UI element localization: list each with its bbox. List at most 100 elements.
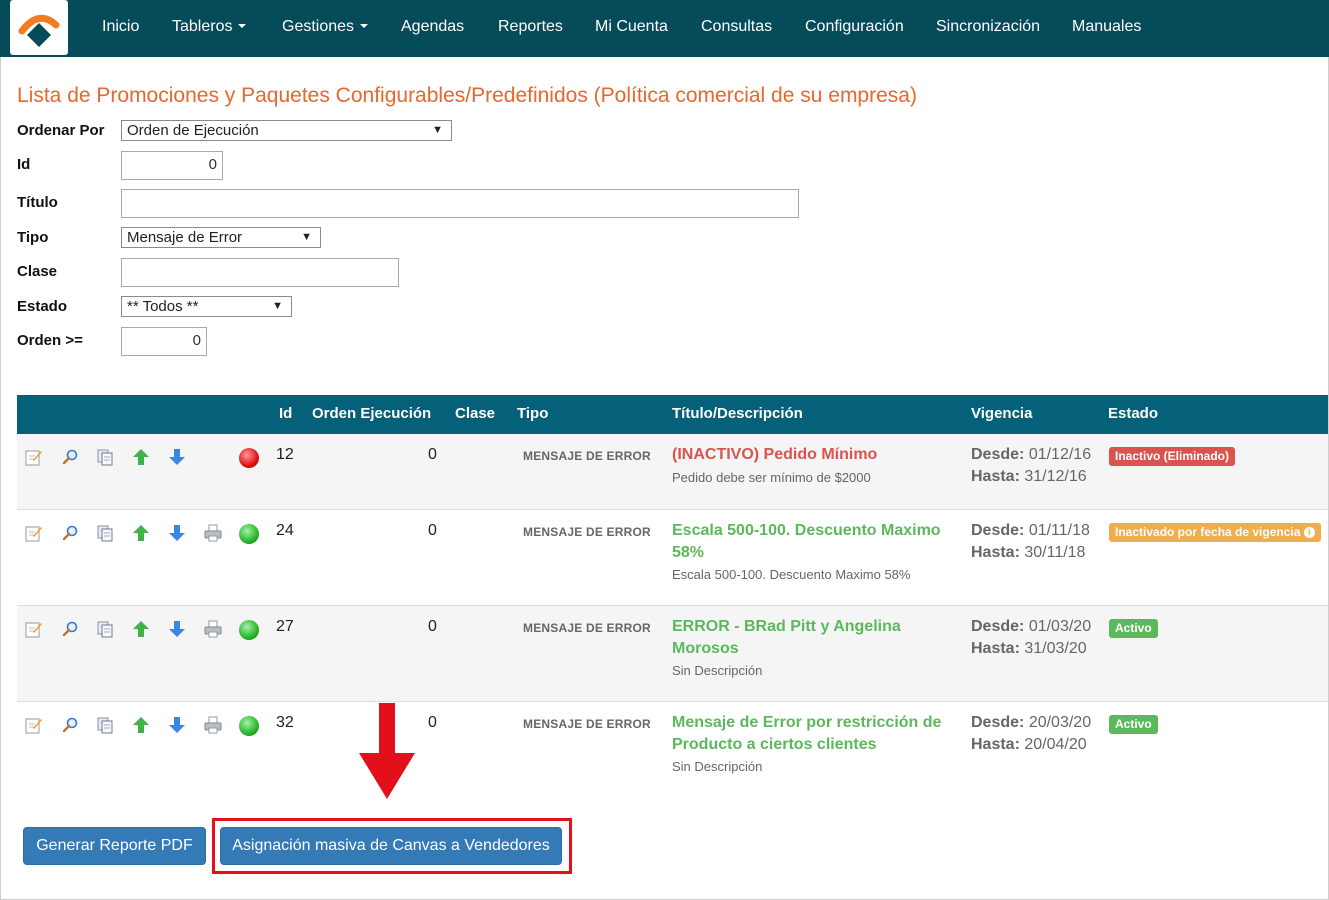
edit-icon[interactable]	[25, 524, 43, 542]
cell-vigencia: Desde: 01/03/20 Hasta: 31/03/20	[971, 616, 1091, 660]
promo-title-link[interactable]: Escala 500-100. Descuento Maximo 58%	[672, 520, 957, 564]
th-titulo-descripcion[interactable]: Título/Descripción	[672, 405, 803, 422]
dropdown-arrow-icon: ▼	[301, 231, 312, 243]
table-row: 27 0 MENSAJE DE ERROR ERROR - BRad Pitt …	[17, 606, 1328, 702]
table-row: 32 0 MENSAJE DE ERROR Mensaje de Error p…	[17, 702, 1328, 798]
cell-vigencia: Desde: 20/03/20 Hasta: 20/04/20	[971, 712, 1091, 756]
cell-orden: 0	[428, 446, 437, 463]
status-badge: Inactivo (Eliminado)	[1109, 447, 1236, 466]
arrow-up-icon[interactable]	[132, 448, 150, 466]
hasta-label: Hasta:	[971, 468, 1020, 485]
cell-orden: 0	[428, 522, 437, 539]
top-navbar: Inicio Tableros Gestiones Agendas Report…	[0, 0, 1329, 57]
generate-pdf-button[interactable]: Generar Reporte PDF	[23, 827, 206, 865]
cell-id: 24	[276, 522, 294, 539]
nav-sincronizacion[interactable]: Sincronización	[936, 18, 1040, 36]
ordenar-label: Ordenar Por	[17, 122, 105, 139]
annotation-arrow-icon	[359, 703, 415, 799]
hasta-label: Hasta:	[971, 544, 1020, 561]
desde-value: 20/03/20	[1028, 714, 1092, 731]
edit-icon[interactable]	[25, 716, 43, 734]
cell-tipo: MENSAJE DE ERROR	[523, 621, 651, 635]
titulo-label: Título	[17, 194, 58, 211]
nav-inicio[interactable]: Inicio	[102, 18, 139, 36]
search-icon[interactable]	[61, 716, 79, 734]
arrow-up-icon[interactable]	[132, 620, 150, 638]
nav-reportes[interactable]: Reportes	[498, 18, 563, 36]
app-logo[interactable]	[10, 0, 68, 55]
arrow-down-icon[interactable]	[168, 716, 186, 734]
arrow-down-icon[interactable]	[168, 524, 186, 542]
desde-label: Desde:	[971, 522, 1025, 539]
orden-label: Orden >=	[17, 332, 83, 349]
print-icon[interactable]	[204, 716, 222, 734]
desde-value: 01/12/16	[1028, 446, 1092, 463]
nav-configuracion[interactable]: Configuración	[805, 18, 904, 36]
th-clase[interactable]: Clase	[455, 405, 495, 422]
th-vigencia[interactable]: Vigencia	[971, 405, 1032, 422]
th-orden-ejecucion[interactable]: Orden Ejecución	[312, 405, 431, 422]
status-dot-icon	[239, 524, 259, 544]
th-tipo[interactable]: Tipo	[517, 405, 548, 422]
nav-agendas[interactable]: Agendas	[401, 18, 464, 36]
print-icon[interactable]	[204, 620, 222, 638]
search-icon[interactable]	[61, 448, 79, 466]
dropdown-arrow-icon: ▼	[432, 124, 443, 136]
caret-down-icon	[238, 23, 247, 28]
arrow-down-icon[interactable]	[168, 620, 186, 638]
nav-mi-cuenta[interactable]: Mi Cuenta	[595, 18, 668, 36]
nav-gestiones[interactable]: Gestiones	[282, 18, 369, 36]
copy-icon[interactable]	[96, 448, 114, 466]
titulo-input[interactable]	[121, 189, 799, 218]
nav-consultas[interactable]: Consultas	[701, 18, 772, 36]
copy-icon[interactable]	[96, 524, 114, 542]
desde-value: 01/03/20	[1028, 618, 1092, 635]
th-id[interactable]: Id	[279, 405, 292, 422]
table-row: 12 0 MENSAJE DE ERROR (INACTIVO) Pedido …	[17, 434, 1328, 510]
arrow-up-icon[interactable]	[132, 716, 150, 734]
th-estado[interactable]: Estado	[1108, 405, 1158, 422]
status-badge: Inactivado por fecha de vigencia i	[1109, 523, 1321, 542]
logo-icon	[18, 14, 60, 47]
desde-label: Desde:	[971, 618, 1025, 635]
tipo-value: Mensaje de Error	[127, 229, 243, 246]
id-input[interactable]: 0	[121, 151, 223, 180]
cell-id: 12	[276, 446, 294, 463]
print-icon[interactable]	[204, 524, 222, 542]
status-dot-icon	[239, 716, 259, 736]
clase-label: Clase	[17, 263, 58, 280]
cell-id: 32	[276, 714, 294, 731]
hasta-value: 30/11/18	[1024, 544, 1086, 561]
clase-input[interactable]	[121, 258, 399, 287]
promo-description: Pedido debe ser mínimo de $2000	[672, 470, 871, 485]
status-badge: Activo	[1109, 619, 1158, 638]
tipo-select[interactable]: Mensaje de Error ▼	[121, 227, 321, 248]
nav-manuales[interactable]: Manuales	[1072, 18, 1141, 36]
promo-title-link[interactable]: (INACTIVO) Pedido Mínimo	[672, 444, 957, 466]
arrow-down-icon[interactable]	[168, 448, 186, 466]
cell-vigencia: Desde: 01/12/16 Hasta: 31/12/16	[971, 444, 1091, 488]
promo-title-link[interactable]: Mensaje de Error por restricción de Prod…	[672, 712, 957, 756]
tipo-label: Tipo	[17, 229, 49, 246]
nav-gestiones-label: Gestiones	[282, 18, 355, 35]
cell-tipo: MENSAJE DE ERROR	[523, 525, 651, 539]
estado-select[interactable]: ** Todos ** ▼	[121, 296, 292, 317]
edit-icon[interactable]	[25, 448, 43, 466]
annotation-highlight-box	[212, 818, 572, 874]
info-icon[interactable]: i	[1303, 527, 1315, 539]
ordenar-select[interactable]: Orden de Ejecución ▼	[121, 120, 452, 141]
search-icon[interactable]	[61, 620, 79, 638]
nav-tableros-label: Tableros	[172, 18, 233, 35]
search-icon[interactable]	[61, 524, 79, 542]
copy-icon[interactable]	[96, 716, 114, 734]
hasta-value: 31/12/16	[1024, 468, 1087, 485]
promo-title-link[interactable]: ERROR - BRad Pitt y Angelina Morosos	[672, 616, 957, 660]
status-badge: Activo	[1109, 715, 1158, 734]
nav-tableros[interactable]: Tableros	[172, 18, 247, 36]
status-dot-icon	[239, 620, 259, 640]
arrow-up-icon[interactable]	[132, 524, 150, 542]
cell-id: 27	[276, 618, 294, 635]
copy-icon[interactable]	[96, 620, 114, 638]
edit-icon[interactable]	[25, 620, 43, 638]
orden-input[interactable]: 0	[121, 327, 207, 356]
